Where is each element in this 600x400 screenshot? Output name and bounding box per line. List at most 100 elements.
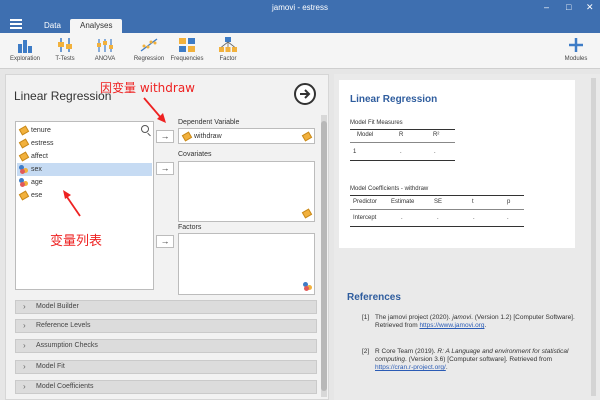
table-header: R	[399, 132, 404, 138]
continuous-variable-icon	[18, 138, 30, 149]
section-label: Reference Levels	[36, 322, 91, 329]
continuous-variable-icon	[181, 131, 193, 142]
continuous-variable-icon	[18, 151, 30, 162]
anova-icon	[97, 39, 113, 52]
chevron-right-icon: ›	[23, 382, 26, 391]
table-cell: .	[473, 215, 475, 221]
ttests-icon	[58, 38, 72, 52]
run-analysis-button[interactable]	[294, 83, 316, 105]
minimize-icon[interactable]: –	[544, 2, 549, 12]
reference-number: [2]	[362, 348, 370, 355]
table-rule	[350, 142, 455, 143]
variable-name: affect	[31, 153, 48, 160]
reference-text: .	[445, 364, 448, 371]
dependent-annotation: 因变量 withdraw	[100, 81, 195, 95]
table-cell: .	[507, 215, 509, 221]
continuous-type-icon	[301, 131, 313, 142]
table-header: p	[507, 199, 511, 205]
references-title: References	[347, 292, 401, 303]
reference-link[interactable]: https://www.jamovi.org	[419, 322, 484, 329]
table-rule	[350, 209, 524, 210]
coefficients-caption: Model Coefficients - withdraw	[350, 186, 429, 192]
model-fit-caption: Model Fit Measures	[350, 120, 403, 126]
list-item[interactable]: estress	[17, 137, 152, 150]
continuous-variable-icon	[18, 190, 30, 201]
continuous-variable-icon	[18, 125, 30, 136]
section-model-builder[interactable]: › Model Builder	[15, 300, 317, 314]
table-header: SE	[434, 199, 443, 205]
nominal-variable-icon	[19, 165, 29, 174]
move-to-dependent-button[interactable]: →	[156, 130, 174, 143]
table-rule	[350, 226, 524, 227]
close-icon[interactable]: ✕	[586, 2, 594, 13]
results-scrollbar[interactable]	[591, 78, 596, 396]
variable-name: sex	[31, 166, 42, 173]
continuous-type-icon	[301, 208, 313, 219]
options-scrollbar-thumb[interactable]	[321, 121, 327, 391]
list-item[interactable]: affect	[17, 150, 152, 163]
regression-icon	[140, 38, 158, 52]
ribbon-anova-label: ANOVA	[94, 56, 116, 62]
reference-text: . (Version 3.6) [Computer software]. Ret…	[405, 356, 553, 363]
list-item[interactable]: tenure	[17, 124, 152, 137]
table-cell: .	[400, 149, 402, 155]
plus-icon	[569, 38, 583, 52]
maximize-icon[interactable]: □	[566, 2, 571, 12]
section-model-fit[interactable]: › Model Fit	[15, 360, 317, 374]
variable-name: ese	[31, 192, 43, 199]
chevron-right-icon: ›	[23, 321, 26, 330]
table-cell: Intercept	[353, 215, 377, 221]
reference-number: [1]	[362, 314, 370, 321]
tab-analyses[interactable]: Analyses	[70, 19, 123, 33]
section-label: Model Coefficients	[36, 383, 94, 390]
annotation-arrow-icon	[63, 190, 81, 217]
table-cell: .	[437, 215, 439, 221]
menu-icon[interactable]	[10, 19, 22, 29]
dependent-variable-label: Dependent Variable	[178, 119, 240, 126]
table-rule	[350, 129, 455, 130]
section-assumption-checks[interactable]: › Assumption Checks	[15, 339, 317, 353]
nominal-type-icon	[303, 282, 313, 291]
section-label: Model Builder	[36, 303, 79, 310]
ribbon-ttests-label: T-Tests	[55, 56, 75, 62]
arrow-right-icon	[300, 89, 311, 99]
annotation-arrow-icon	[143, 97, 166, 123]
list-item[interactable]: sex	[17, 163, 152, 176]
ribbon-factor[interactable]: Factor	[203, 36, 253, 62]
panel-title: Linear Regression	[14, 89, 112, 103]
table-cell: .	[401, 215, 403, 221]
reference-link[interactable]: https://cran.r-project.org/	[375, 364, 446, 371]
move-to-factors-button[interactable]: →	[156, 235, 174, 248]
table-header: R²	[433, 132, 440, 138]
results-title: Linear Regression	[350, 94, 438, 105]
chevron-right-icon: ›	[23, 341, 26, 350]
covariates-box[interactable]	[178, 161, 315, 222]
analysis-ribbon: Exploration T-Tests ANOVA Regression Fre…	[0, 33, 600, 69]
section-model-coefficients[interactable]: › Model Coefficients	[15, 380, 317, 394]
factor-icon	[219, 37, 237, 52]
table-rule	[350, 160, 455, 161]
results-output: Linear Regression Model Fit Measures Mod…	[339, 80, 575, 248]
window-title: jamovi - estress	[271, 3, 328, 12]
reference-text: R Core Team (2019).	[375, 348, 438, 355]
table-cell: .	[434, 149, 436, 155]
dependent-variable-item[interactable]: withdraw	[181, 131, 222, 142]
nominal-variable-icon	[19, 178, 29, 187]
move-to-covariates-button[interactable]: →	[156, 162, 174, 175]
variable-name: tenure	[31, 127, 51, 134]
frequencies-icon	[179, 38, 195, 52]
table-cell: 1	[353, 149, 357, 155]
factors-box[interactable]	[178, 233, 315, 295]
options-scrollbar[interactable]	[321, 115, 327, 397]
reference-text: The jamovi project (2020).	[375, 314, 453, 321]
ribbon-anova[interactable]: ANOVA	[80, 36, 130, 62]
tab-data[interactable]: Data	[34, 19, 71, 33]
ribbon-factor-label: Factor	[219, 56, 237, 62]
reference-text: .	[484, 322, 487, 329]
varlist-annotation: 变量列表	[50, 234, 103, 249]
table-rule	[350, 195, 524, 196]
modules-button[interactable]: Modules	[551, 36, 600, 62]
dependent-variable-box[interactable]: withdraw	[178, 128, 315, 144]
main-tab-bar: Data Analyses	[0, 17, 600, 33]
section-reference-levels[interactable]: › Reference Levels	[15, 319, 317, 333]
